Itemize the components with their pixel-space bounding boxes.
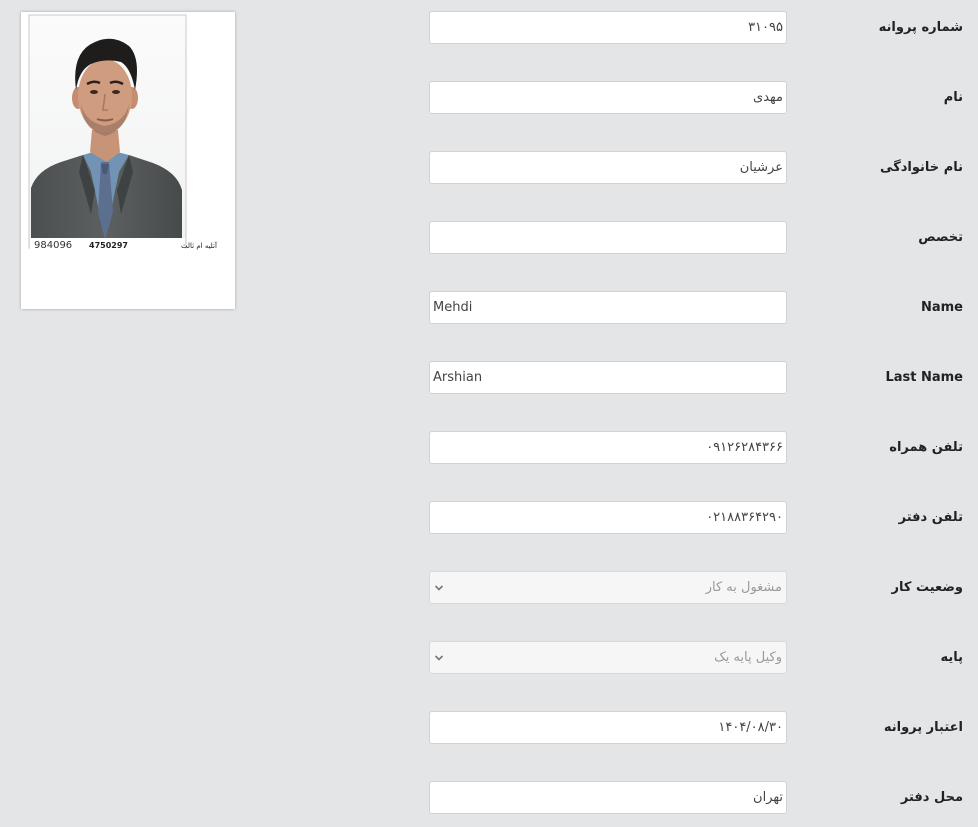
grade-select[interactable]: وکیل پایه یک bbox=[429, 641, 787, 674]
last-name-label: نام خانوادگی bbox=[880, 160, 963, 175]
first-name-input[interactable] bbox=[429, 81, 787, 114]
form-row-last-name: نام خانوادگی bbox=[0, 150, 978, 186]
form-row-specialty: تخصص bbox=[0, 220, 978, 256]
chevron-down-icon bbox=[434, 655, 444, 661]
grade-value: وکیل پایه یک bbox=[714, 650, 782, 665]
last-name-en-input[interactable] bbox=[429, 361, 787, 394]
grade-label: پایه bbox=[940, 650, 963, 665]
office-location-label: محل دفتر bbox=[900, 790, 963, 805]
last-name-input[interactable] bbox=[429, 151, 787, 184]
form-row-name-en: Name bbox=[0, 290, 978, 326]
last-name-en-label: Last Name bbox=[885, 370, 963, 385]
work-status-label: وضعیت کار bbox=[891, 580, 964, 595]
chevron-down-icon bbox=[434, 585, 444, 591]
office-location-input[interactable] bbox=[429, 781, 787, 814]
office-phone-label: تلفن دفتر bbox=[898, 510, 963, 525]
form-row-license-number: شماره پروانه bbox=[0, 10, 978, 46]
license-validity-input[interactable] bbox=[429, 711, 787, 744]
license-number-label: شماره پروانه bbox=[878, 20, 963, 35]
first-name-label: نام bbox=[943, 90, 963, 105]
license-validity-label: اعتبار پروانه bbox=[883, 720, 963, 735]
specialty-label: تخصص bbox=[918, 230, 963, 245]
name-en-input[interactable] bbox=[429, 291, 787, 324]
license-number-input[interactable] bbox=[429, 11, 787, 44]
mobile-input[interactable] bbox=[429, 431, 787, 464]
form-row-office-phone: تلفن دفتر bbox=[0, 500, 978, 536]
form-row-grade: پایه وکیل پایه یک bbox=[0, 640, 978, 676]
form-row-work-status: وضعیت کار مشغول به کار bbox=[0, 570, 978, 606]
office-phone-input[interactable] bbox=[429, 501, 787, 534]
form-row-office-location: محل دفتر bbox=[0, 780, 978, 816]
work-status-value: مشغول به کار bbox=[705, 580, 782, 595]
form-row-last-name-en: Last Name bbox=[0, 360, 978, 396]
form-row-license-validity: اعتبار پروانه bbox=[0, 710, 978, 746]
work-status-select[interactable]: مشغول به کار bbox=[429, 571, 787, 604]
form-row-mobile: تلفن همراه bbox=[0, 430, 978, 466]
form-row-first-name: نام bbox=[0, 80, 978, 116]
name-en-label: Name bbox=[920, 300, 963, 315]
mobile-label: تلفن همراه bbox=[889, 440, 963, 455]
specialty-input[interactable] bbox=[429, 221, 787, 254]
